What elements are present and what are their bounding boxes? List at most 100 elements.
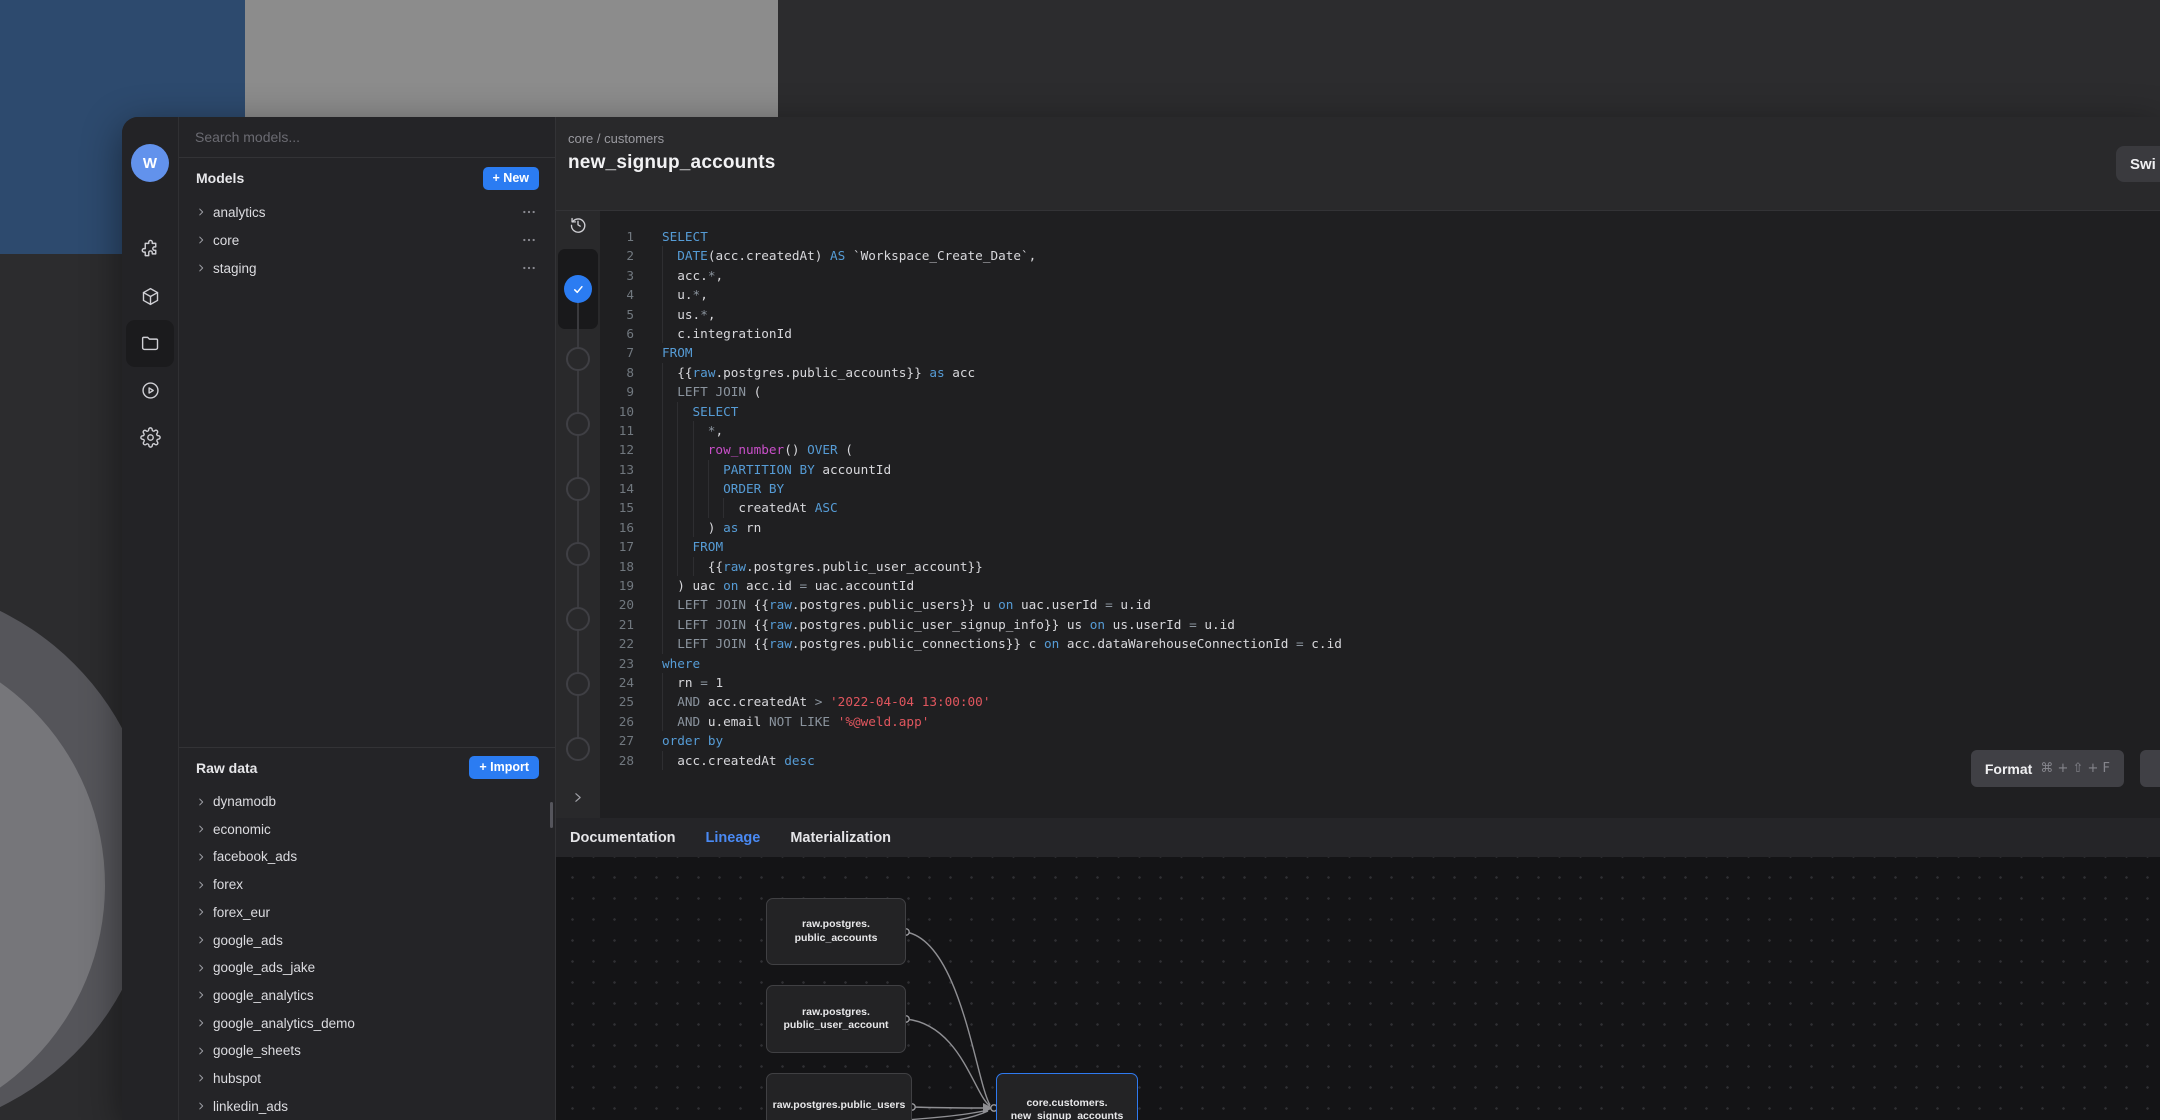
sidebar-item-analytics[interactable]: analytics — [179, 198, 555, 226]
raw-item-dynamodb[interactable]: dynamodb — [179, 788, 555, 816]
chevron-right-icon[interactable] — [196, 1046, 206, 1056]
code-text: PARTITION BY accountId — [634, 459, 891, 480]
code-line-28[interactable]: 28 acc.createdAt desc — [600, 750, 2160, 770]
tab-documentation[interactable]: Documentation — [570, 830, 676, 846]
line-number: 15 — [618, 500, 634, 516]
code-line-11[interactable]: 11 *, — [600, 420, 2160, 441]
tab-materialization[interactable]: Materialization — [790, 830, 891, 846]
expand-history-chevron-icon[interactable] — [572, 791, 585, 809]
node-public-users[interactable]: raw.postgres.public_users — [766, 1073, 912, 1120]
lineage-canvas[interactable]: raw.postgres. public_accounts raw.postgres… — [556, 857, 2160, 1120]
chevron-right-icon[interactable] — [196, 797, 206, 807]
item-menu-icon[interactable] — [521, 232, 537, 248]
raw-item-economic[interactable]: economic — [179, 815, 555, 843]
chevron-right-icon[interactable] — [196, 990, 206, 1000]
sidebar-item-staging[interactable]: staging — [179, 254, 555, 282]
version-marker[interactable] — [566, 412, 590, 436]
breadcrumb[interactable]: core / customers — [568, 131, 2160, 146]
chevron-right-icon[interactable] — [196, 963, 206, 973]
settings-gear-icon[interactable] — [126, 414, 174, 461]
code-line-15[interactable]: 15 createdAt ASC — [600, 498, 2160, 518]
code-line-3[interactable]: 3 acc.*, — [600, 265, 2160, 286]
raw-item-google-analytics[interactable]: google_analytics — [179, 982, 555, 1010]
code-line-12[interactable]: 12 row_number() OVER ( — [600, 440, 2160, 460]
raw-item-facebook-ads[interactable]: facebook_ads — [179, 843, 555, 871]
code-line-1[interactable]: 1 SELECT — [600, 227, 2160, 246]
list-item-label: forex_eur — [213, 904, 271, 920]
code-line-21[interactable]: 21 LEFT JOIN {{raw.postgres.public_user_s… — [600, 614, 2160, 635]
code-line-18[interactable]: 18 {{raw.postgres.public_user_account}} — [600, 556, 2160, 577]
raw-item-google-ads[interactable]: google_ads — [179, 926, 555, 954]
code-line-4[interactable]: 4 u.*, — [600, 285, 2160, 305]
clipped-secondary-button[interactable] — [2140, 750, 2160, 787]
raw-item-google-sheets[interactable]: google_sheets — [179, 1037, 555, 1065]
node-public-user-account[interactable]: raw.postgres. public_user_account — [766, 985, 906, 1053]
code-line-9[interactable]: 9 LEFT JOIN ( — [600, 382, 2160, 402]
code-line-8[interactable]: 8 {{raw.postgres.public_accounts}} as acc — [600, 362, 2160, 383]
code-line-10[interactable]: 10 SELECT — [600, 401, 2160, 421]
code-line-19[interactable]: 19) uac on acc.id = uac.accountId — [600, 576, 2160, 596]
folder-icon[interactable] — [126, 320, 174, 367]
run-play-icon[interactable] — [126, 367, 174, 414]
line-number: 21 — [618, 616, 634, 632]
version-marker[interactable] — [566, 607, 590, 631]
line-number: 1 — [626, 229, 634, 244]
version-marker[interactable] — [566, 737, 590, 761]
chevron-right-icon[interactable] — [196, 207, 206, 217]
code-line-25[interactable]: 25 AND acc.createdAt > '2022-04-04 13:00:… — [600, 692, 2160, 712]
chevron-right-icon[interactable] — [196, 880, 206, 890]
code-line-7[interactable]: 7 FROM — [600, 343, 2160, 362]
code-line-27[interactable]: 27 order by — [600, 731, 2160, 750]
search-models-input[interactable]: Search models... — [179, 117, 555, 158]
code-line-5[interactable]: 5 us.*, — [600, 304, 2160, 324]
avatar[interactable]: W — [131, 144, 169, 182]
code-line-14[interactable]: 14 ORDER BY — [600, 479, 2160, 499]
item-menu-icon[interactable] — [521, 260, 537, 276]
chevron-right-icon[interactable] — [196, 824, 206, 834]
integrations-puzzle-icon[interactable] — [126, 226, 174, 273]
raw-item-linkedin-ads[interactable]: linkedin_ads — [179, 1092, 555, 1120]
raw-item-google-analytics-demo[interactable]: google_analytics_demo — [179, 1009, 555, 1037]
item-menu-icon[interactable] — [521, 204, 537, 220]
code-line-22[interactable]: 22 LEFT JOIN {{raw.postgres.public_connec… — [600, 634, 2160, 654]
raw-item-forex[interactable]: forex — [179, 871, 555, 899]
import-button[interactable]: + Import — [469, 756, 539, 780]
chevron-right-icon[interactable] — [196, 1073, 206, 1083]
chevron-right-icon[interactable] — [196, 907, 206, 917]
code-line-24[interactable]: 24 rn = 1 — [600, 672, 2160, 693]
raw-item-hubspot[interactable]: hubspot — [179, 1065, 555, 1093]
code-line-6[interactable]: 6 c.integrationId — [600, 323, 2160, 344]
sidebar-item-core[interactable]: core — [179, 226, 555, 254]
chevron-right-icon[interactable] — [196, 852, 206, 862]
chevron-right-icon[interactable] — [196, 235, 206, 245]
code-line-2[interactable]: 2 DATE(acc.createdAt) AS `Workspace_Creat… — [600, 246, 2160, 266]
models-cube-icon[interactable] — [126, 273, 174, 320]
switch-button[interactable]: Swi — [2116, 146, 2160, 182]
node-public-accounts[interactable]: raw.postgres. public_accounts — [766, 898, 906, 965]
version-marker[interactable] — [566, 477, 590, 501]
chevron-right-icon[interactable] — [196, 263, 206, 273]
code-line-26[interactable]: 26 AND u.email NOT LIKE '%@weld.app' — [600, 711, 2160, 732]
code-line-17[interactable]: 17 FROM — [600, 537, 2160, 557]
code-line-16[interactable]: 16) as rn — [600, 517, 2160, 538]
chevron-right-icon[interactable] — [196, 1018, 206, 1028]
current-version-check-icon[interactable] — [564, 275, 592, 303]
format-button[interactable]: Format ⌘ + ⇧ + F — [1970, 750, 2124, 787]
node-new-signup-accounts[interactable]: core.customers. new_signup_accounts — [996, 1073, 1138, 1120]
version-marker[interactable] — [566, 347, 590, 371]
sidebar-scrollbar[interactable] — [550, 802, 553, 828]
raw-item-forex-eur[interactable]: forex_eur — [179, 899, 555, 927]
code-line-20[interactable]: 20 LEFT JOIN {{raw.postgres.public_users}… — [600, 595, 2160, 615]
version-marker[interactable] — [566, 672, 590, 696]
code-line-13[interactable]: 13 PARTITION BY accountId — [600, 459, 2160, 480]
chevron-right-icon[interactable] — [196, 935, 206, 945]
code-line-23[interactable]: 23 where — [600, 654, 2160, 673]
chevron-right-icon[interactable] — [196, 1101, 206, 1111]
history-icon[interactable] — [569, 215, 588, 239]
raw-item-google-ads-jake[interactable]: google_ads_jake — [179, 954, 555, 982]
new-model-button[interactable]: + New — [482, 166, 539, 190]
icon-rail: W — [122, 117, 178, 1120]
code-area[interactable]: 1 SELECT 2 DATE(acc.createdAt) AS `Workspac… — [600, 211, 2160, 818]
version-marker[interactable] — [566, 542, 590, 566]
tab-lineage[interactable]: Lineage — [706, 830, 761, 846]
